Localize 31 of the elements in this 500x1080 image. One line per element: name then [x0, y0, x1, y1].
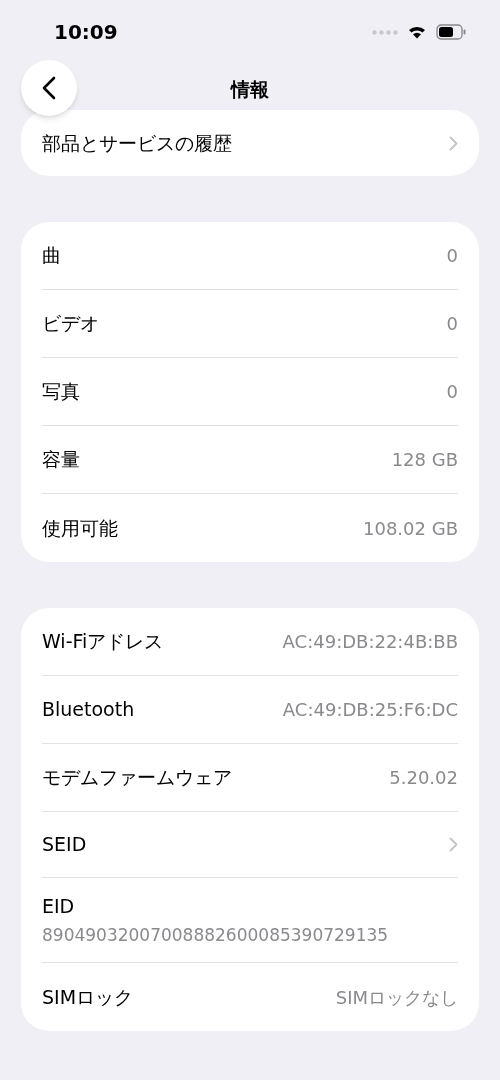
- signal-icon: [372, 29, 398, 35]
- row-value: 0: [446, 312, 458, 336]
- back-icon: [42, 76, 56, 100]
- page-title: 情報: [231, 76, 269, 102]
- settings-row[interactable]: 部品とサービスの履歴: [42, 110, 458, 176]
- row-value: 0: [446, 380, 458, 404]
- row-value: AC:49:DB:22:4B:BB: [282, 630, 458, 654]
- back-button[interactable]: [21, 60, 77, 116]
- row-value: AC:49:DB:25:F6:DC: [282, 698, 458, 722]
- row-value: SIMロックなし: [335, 985, 458, 1010]
- chevron-icon: [449, 837, 458, 852]
- row-label: 使用可能: [42, 515, 118, 541]
- row-value: 5.20.02: [389, 766, 458, 790]
- battery-icon: [436, 24, 466, 40]
- row-label: Wi-Fiアドレス: [42, 629, 164, 655]
- row-label: モデムファームウェア: [42, 765, 232, 791]
- row-value: 0: [446, 244, 458, 268]
- row-value: 89049032007008882600085390729135: [42, 923, 390, 947]
- chevron-icon: [449, 135, 458, 151]
- row-label: 写真: [42, 379, 80, 405]
- row-label: ビデオ: [42, 311, 99, 337]
- row-label: SIMロック: [42, 984, 134, 1010]
- settings-row[interactable]: SEID: [42, 812, 458, 878]
- row-label: EID: [42, 894, 76, 919]
- row-value: 108.02 GB: [363, 516, 458, 541]
- wifi-icon: [408, 25, 426, 39]
- row-label: 曲: [42, 243, 61, 269]
- row-value: 128 GB: [391, 448, 458, 472]
- row-label: 容量: [42, 447, 80, 473]
- row-label: Bluetooth: [42, 697, 135, 723]
- status-time: 10:09: [54, 19, 118, 46]
